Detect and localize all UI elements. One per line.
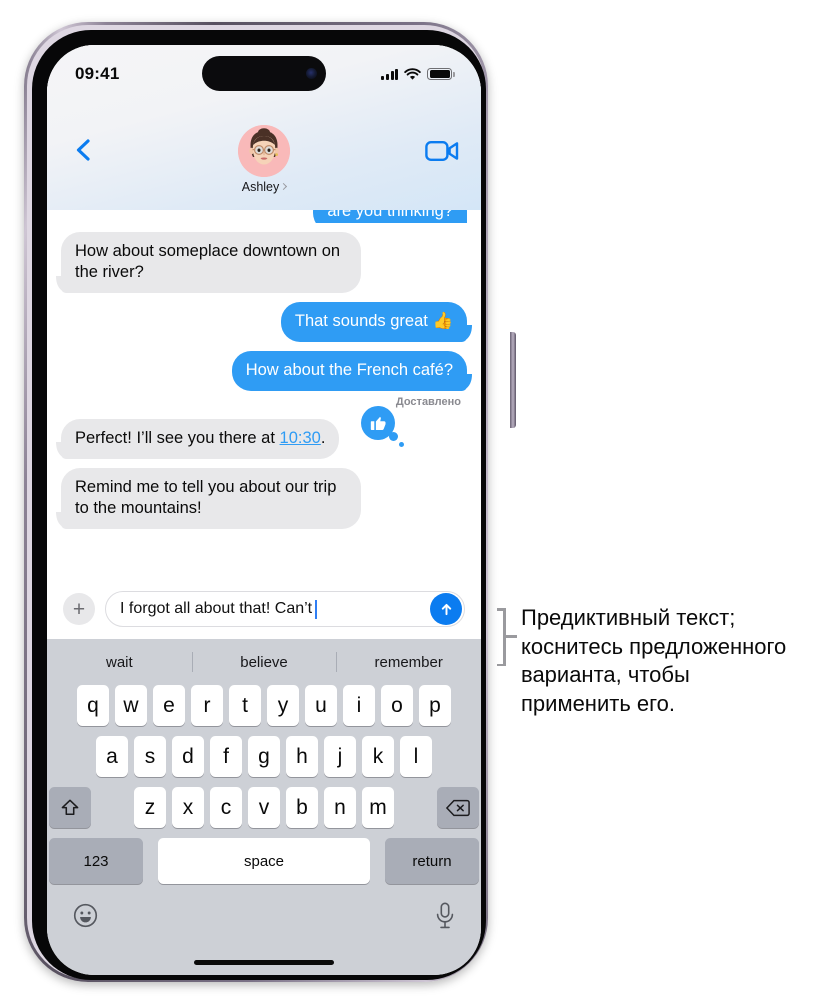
message-bubble-incoming[interactable]: How about someplace downtown on the rive…	[61, 232, 361, 293]
phone-bezel-inner: are you thinking? How about someplace do…	[32, 30, 486, 980]
message-row[interactable]: How about the French café?	[61, 350, 467, 391]
smiley-face-icon[interactable]	[73, 903, 98, 933]
numbers-key[interactable]: 123	[49, 838, 143, 884]
key-b[interactable]: b	[286, 787, 318, 828]
contact-header[interactable]: Ashley	[238, 125, 290, 194]
predictive-text-bar[interactable]: wait believe remember	[47, 639, 481, 685]
text-caret	[315, 599, 317, 619]
microphone-icon[interactable]	[435, 902, 455, 934]
prediction-candidate-3[interactable]: remember	[336, 654, 481, 671]
facetime-video-button[interactable]	[425, 139, 459, 168]
back-button[interactable]	[71, 137, 97, 163]
key-y[interactable]: y	[267, 685, 299, 726]
key-t[interactable]: t	[229, 685, 261, 726]
message-row[interactable]: Remind me to tell you about our trip to …	[61, 467, 467, 529]
dynamic-island	[202, 56, 326, 91]
chevron-right-icon	[280, 182, 288, 191]
key-x[interactable]: x	[172, 787, 204, 828]
message-input-field[interactable]: I forgot all about that! Can’t	[105, 591, 465, 627]
avatar[interactable]	[238, 125, 290, 177]
key-h[interactable]: h	[286, 736, 318, 777]
key-c[interactable]: c	[210, 787, 242, 828]
message-bubble-incoming[interactable]: Remind me to tell you about our trip to …	[61, 467, 361, 529]
keyboard-row-1: q w e r t y u i o p	[47, 685, 481, 726]
send-arrow-up-icon[interactable]	[430, 593, 462, 625]
key-v[interactable]: v	[248, 787, 280, 828]
callout-annotation: Предиктивный текст; коснитесь предложенн…	[497, 604, 797, 718]
message-bubble-outgoing[interactable]: That sounds great 👍	[280, 301, 467, 342]
space-key[interactable]: space	[158, 838, 370, 884]
message-bubble-outgoing[interactable]: How about the French café?	[231, 350, 467, 391]
key-p[interactable]: p	[419, 685, 451, 726]
keyboard-row-3: z x c v b n m	[47, 787, 481, 828]
message-text-after: .	[320, 428, 326, 447]
prediction-candidate-2[interactable]: believe	[192, 654, 337, 671]
thumbs-up-icon[interactable]	[361, 405, 404, 447]
key-q[interactable]: q	[77, 685, 109, 726]
wifi-icon	[404, 67, 421, 80]
key-e[interactable]: e	[153, 685, 185, 726]
prediction-candidate-1[interactable]: wait	[47, 654, 192, 671]
power-button[interactable]	[510, 332, 516, 428]
delivery-status: Доставлено	[395, 395, 461, 408]
plus-icon[interactable]: +	[63, 593, 95, 625]
return-key[interactable]: return	[385, 838, 479, 884]
key-j[interactable]: j	[324, 736, 356, 777]
key-s[interactable]: s	[134, 736, 166, 777]
shift-arrow-up-icon[interactable]	[49, 787, 91, 828]
phone-bezel: are you thinking? How about someplace do…	[27, 25, 486, 980]
callout-text: Предиктивный текст; коснитесь предложенн…	[521, 605, 787, 716]
battery-icon	[427, 68, 455, 80]
key-g[interactable]: g	[248, 736, 280, 777]
backspace-delete-icon[interactable]	[437, 787, 479, 828]
message-row[interactable]: That sounds great 👍	[61, 301, 467, 342]
keyboard-letters-row-3: z x c v b n m	[134, 787, 394, 828]
phone-screen: are you thinking? How about someplace do…	[47, 45, 481, 975]
message-row[interactable]: How about someplace downtown on the rive…	[61, 232, 467, 293]
key-o[interactable]: o	[381, 685, 413, 726]
key-u[interactable]: u	[305, 685, 337, 726]
home-indicator[interactable]	[194, 960, 334, 965]
key-k[interactable]: k	[362, 736, 394, 777]
status-time: 09:41	[75, 64, 120, 83]
key-f[interactable]: f	[210, 736, 242, 777]
key-z[interactable]: z	[134, 787, 166, 828]
contact-name: Ashley	[241, 180, 280, 194]
key-w[interactable]: w	[115, 685, 147, 726]
keyboard-bottom-bar	[47, 884, 481, 940]
on-screen-keyboard[interactable]: wait believe remember q w e r t y u i o …	[47, 639, 481, 975]
message-row[interactable]: Perfect! I’ll see you there at 10:30.	[61, 405, 467, 459]
screenshot-root: are you thinking? How about someplace do…	[0, 0, 822, 998]
phone-frame: are you thinking? How about someplace do…	[24, 22, 516, 982]
keyboard-row-4: 123 space return	[47, 838, 481, 884]
callout-bracket	[497, 608, 517, 666]
key-m[interactable]: m	[362, 787, 394, 828]
key-r[interactable]: r	[191, 685, 223, 726]
key-l[interactable]: l	[400, 736, 432, 777]
status-icons	[381, 67, 455, 81]
message-text-before: Perfect! I’ll see you there at	[75, 428, 280, 447]
time-link[interactable]: 10:30	[280, 429, 321, 447]
front-camera-icon	[306, 68, 317, 79]
key-i[interactable]: i	[343, 685, 375, 726]
key-a[interactable]: a	[96, 736, 128, 777]
cellular-bars-icon	[381, 68, 399, 80]
message-input-value: I forgot all about that! Can’t	[120, 600, 313, 617]
key-n[interactable]: n	[324, 787, 356, 828]
keyboard-row-2: a s d f g h j k l	[47, 736, 481, 777]
message-input-bar: + I forgot all about that! Can’t	[47, 579, 481, 639]
key-d[interactable]: d	[172, 736, 204, 777]
message-bubble-incoming[interactable]: Perfect! I’ll see you there at 10:30.	[61, 418, 340, 459]
contact-name-row[interactable]: Ashley	[241, 180, 288, 194]
